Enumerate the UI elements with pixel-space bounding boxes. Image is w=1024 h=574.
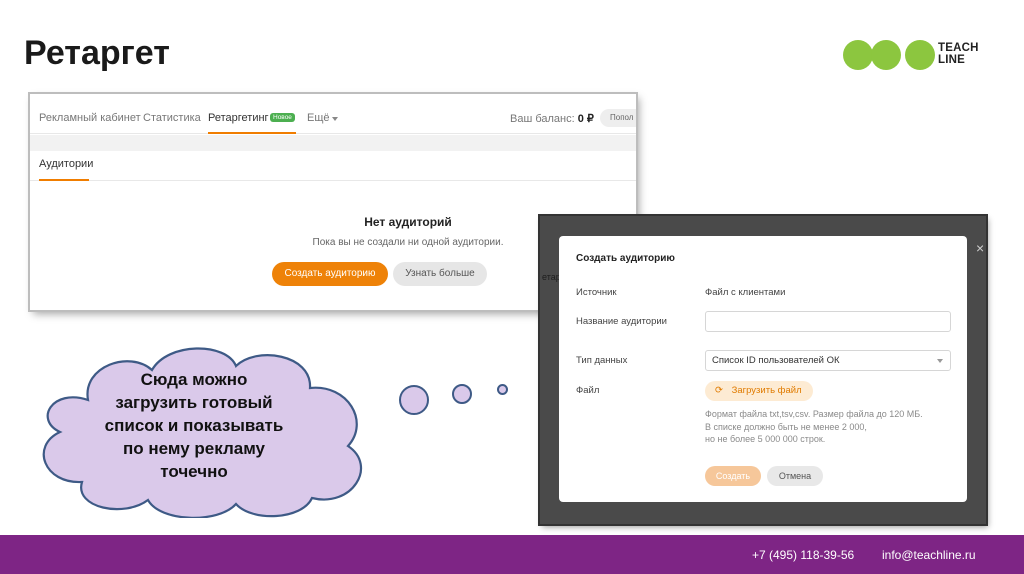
nav-active-underline — [208, 132, 296, 134]
thought-bubble-medium — [452, 384, 472, 404]
logo-line1: TEACH — [938, 42, 979, 54]
chevron-down-icon — [937, 359, 943, 363]
footer-email[interactable]: info@teachline.ru — [882, 548, 976, 562]
logo-dot — [905, 40, 935, 70]
data-type-select[interactable]: Список ID пользователей ОК — [705, 350, 951, 371]
logo-dot — [843, 40, 873, 70]
tab-divider — [30, 180, 636, 181]
cloud-line: список и показывать — [104, 416, 284, 435]
learn-more-button[interactable]: Узнать больше — [393, 262, 487, 286]
nav-retargeting[interactable]: Ретаргетинг — [208, 112, 269, 124]
footer-bar: +7 (495) 118-39-56 info@teachline.ru — [0, 535, 1024, 574]
nav-statistics[interactable]: Статистика — [143, 112, 201, 124]
balance-label: Ваш баланс: — [510, 113, 575, 125]
file-format-hint: Формат файла txt,tsv,csv. Размер файла д… — [705, 408, 923, 446]
file-label: Файл — [576, 385, 600, 396]
cloud-text: Сюда можно загрузить готовый список и по… — [86, 368, 302, 483]
modal-title: Создать аудиторию — [576, 253, 675, 264]
top-nav: Рекламный кабинет Статистика Ретаргетинг… — [30, 94, 636, 134]
footer-phone[interactable]: +7 (495) 118-39-56 — [752, 548, 854, 562]
audience-name-label: Название аудитории — [576, 316, 667, 327]
thought-bubble-small — [497, 384, 508, 395]
slide-title: Ретаргет — [24, 34, 170, 72]
data-type-label: Тип данных — [576, 355, 628, 366]
topup-button[interactable]: Попол — [600, 109, 636, 127]
balance: Ваш баланс: 0 ₽ — [510, 112, 594, 125]
modal-create-button[interactable]: Создать — [705, 466, 761, 486]
close-icon[interactable]: × — [976, 240, 984, 256]
hint-line: Формат файла txt,tsv,csv. Размер файла д… — [705, 409, 923, 419]
divider-band — [30, 135, 636, 151]
hint-line: В списке должно быть не менее 2 000, — [705, 421, 867, 432]
logo-text: TEACH LINE — [938, 42, 979, 66]
create-audience-modal: Создать аудиторию Источник Файл с клиент… — [559, 236, 967, 502]
logo-line2: LINE — [938, 54, 965, 66]
nav-ad-cabinet[interactable]: Рекламный кабинет — [39, 112, 141, 124]
modal-cancel-button[interactable]: Отмена — [767, 466, 823, 486]
refresh-icon: ⟳ — [715, 385, 723, 396]
cloud-line: точечно — [160, 462, 228, 481]
source-label: Источник — [576, 287, 617, 298]
logo-dot — [871, 40, 901, 70]
nav-more[interactable]: Ещё — [307, 112, 330, 124]
tab-audiences[interactable]: Аудитории — [39, 158, 93, 170]
balance-value: 0 ₽ — [577, 113, 594, 125]
cloud-line: загрузить готовый — [115, 393, 273, 412]
new-badge: Новое — [270, 113, 295, 122]
create-audience-screenshot: етаргети × Создать аудиторию Источник Фа… — [540, 216, 986, 524]
data-type-value: Список ID пользователей ОК — [712, 355, 840, 366]
teachline-logo: TEACH LINE — [843, 38, 993, 74]
source-value: Файл с клиентами — [705, 287, 786, 298]
cloud-line: по нему рекламу — [122, 439, 266, 458]
hint-line: но не более 5 000 000 строк. — [705, 434, 826, 444]
cloud-line: Сюда можно — [140, 370, 248, 389]
upload-file-button[interactable]: ⟳ Загрузить файл — [705, 381, 813, 401]
chevron-down-icon — [332, 117, 338, 121]
create-audience-button[interactable]: Создать аудиторию — [272, 262, 388, 286]
upload-file-label: Загрузить файл — [731, 385, 802, 396]
audience-name-input[interactable] — [705, 311, 951, 332]
thought-bubble-large — [399, 385, 429, 415]
tab-active-underline — [39, 179, 89, 181]
